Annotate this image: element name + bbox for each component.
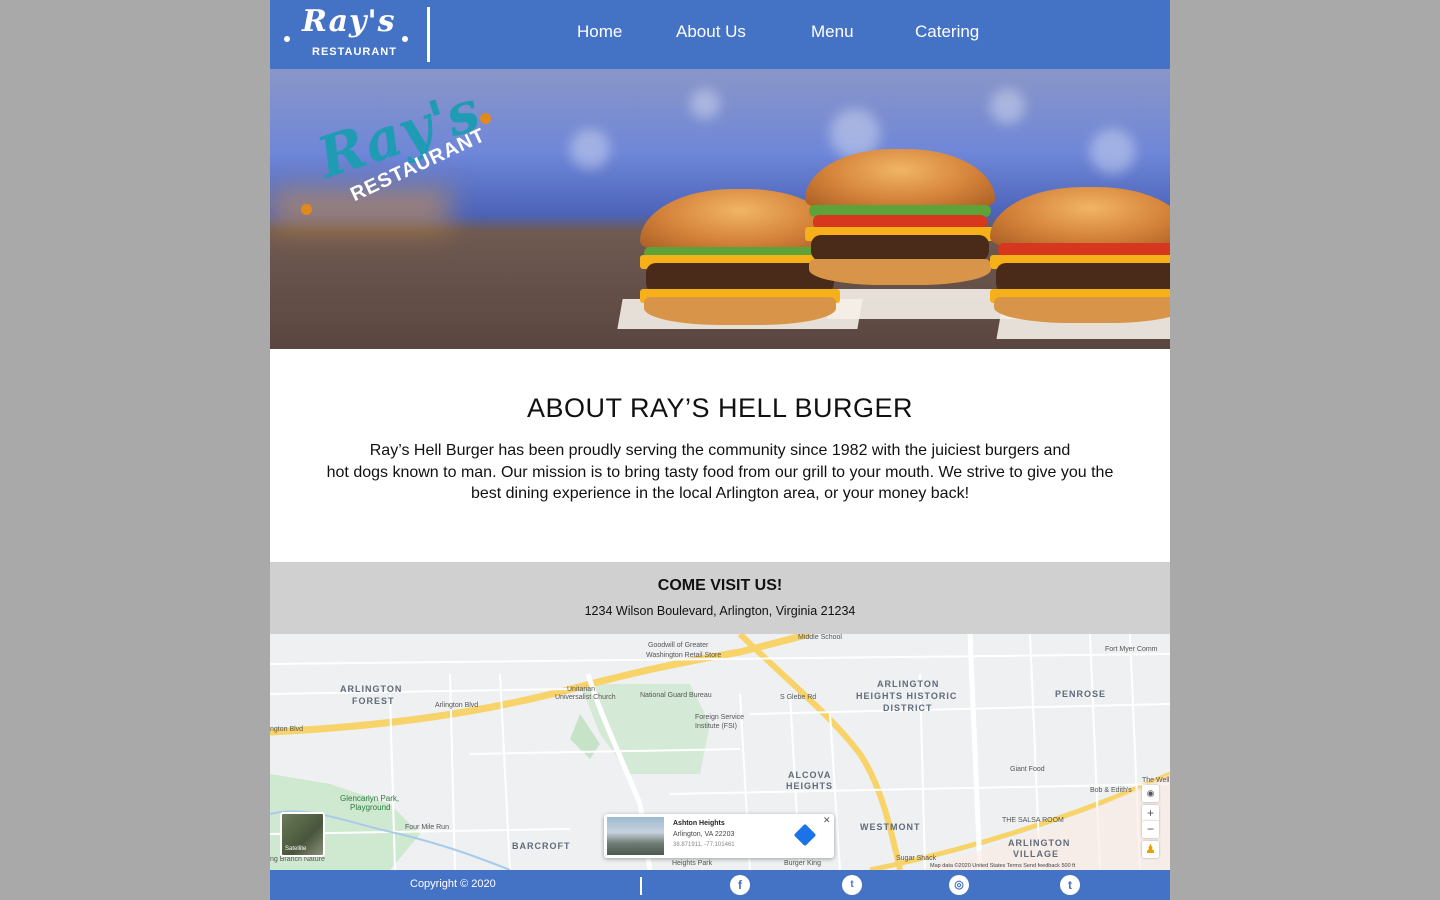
header-bar: Ray's RESTAURANT Home About Us Menu Cate… <box>270 0 1170 69</box>
map-label: Arlington Blvd <box>435 702 479 709</box>
facebook-icon[interactable]: f <box>730 875 750 895</box>
place-location: Arlington, VA 22203 <box>673 831 735 838</box>
map-label: Foreign Service <box>695 714 745 721</box>
map-label: BARCROFT <box>512 841 571 851</box>
map-label: The Well <box>1142 777 1170 784</box>
nav-home[interactable]: Home <box>577 22 622 42</box>
logo-dot-icon <box>284 36 290 42</box>
my-location-icon[interactable]: ◉ <box>1142 785 1159 802</box>
visit-title: COME VISIT US! <box>657 577 783 594</box>
place-thumbnail[interactable] <box>607 817 664 855</box>
map-label: Sugar Shack <box>896 855 937 862</box>
map-label: Giant Food <box>1010 766 1045 773</box>
copyright-text: Copyright © 2020 <box>410 878 496 890</box>
map-label: National Guard Bureau <box>640 692 712 699</box>
map-label: DISTRICT <box>883 703 933 713</box>
zoom-out-button[interactable]: − <box>1142 821 1159 838</box>
logo-dot-icon <box>402 36 408 42</box>
map-label: ARLINGTON <box>340 684 403 694</box>
directions-icon[interactable] <box>793 823 817 847</box>
burger-image <box>805 149 995 289</box>
map-label: Burger King <box>784 860 821 867</box>
visit-section: COME VISIT US! 1234 Wilson Boulevard, Ar… <box>270 562 1170 634</box>
nav-about-us[interactable]: About Us <box>676 22 746 42</box>
header-logo[interactable]: Ray's RESTAURANT <box>284 4 414 64</box>
twitter-icon[interactable]: t <box>842 875 862 895</box>
about-line: best dining experience in the local Arli… <box>470 485 970 502</box>
about-line: Ray’s Hell Burger has been proudly servi… <box>369 442 1071 459</box>
satellite-toggle-button[interactable]: Satellite <box>280 812 325 857</box>
footer-bar: Copyright © 2020 f t ◎ t <box>270 870 1170 900</box>
footer-divider <box>640 877 642 895</box>
map-label: Bob & Edith's <box>1090 787 1132 794</box>
place-info-card[interactable]: Ashton Heights Arlington, VA 22203 38.87… <box>604 814 834 858</box>
map-label: S Glebe Rd <box>780 694 817 701</box>
map-label: ALCOVA <box>788 770 832 780</box>
map-label: VILLAGE <box>1013 849 1060 859</box>
map-label: Fort Myer Comm <box>1105 646 1158 653</box>
map-label: ng Branch Nature <box>270 856 325 863</box>
map-label: HEIGHTS <box>786 781 834 791</box>
map-label: Heights Park <box>672 860 713 867</box>
map-label: Unitarian <box>567 686 596 693</box>
page: Ray's RESTAURANT Home About Us Menu Cate… <box>270 0 1170 900</box>
burger-image <box>990 187 1170 327</box>
satellite-label: Satellite <box>285 846 307 852</box>
about-title: ABOUT RAY’S HELL BURGER <box>526 393 914 423</box>
map-label: THE SALSA ROOM <box>1002 817 1064 824</box>
map-attribution: Map data ©2020 United States Terms Send … <box>930 863 1076 869</box>
pegman-icon[interactable]: ♟ <box>1142 841 1159 858</box>
map-label: PENROSE <box>1055 689 1107 699</box>
tumblr-icon[interactable]: t <box>1060 875 1080 895</box>
visit-address: 1234 Wilson Boulevard, Arlington, Virgin… <box>584 604 856 618</box>
map-label: Goodwill of Greater <box>648 642 709 649</box>
nav-catering[interactable]: Catering <box>915 22 979 42</box>
hero-banner: Ray's RESTAURANT <box>270 69 1170 349</box>
map-label: Four Mile Run <box>405 824 449 831</box>
map-label: ARLINGTON <box>1008 838 1071 848</box>
close-icon[interactable]: ✕ <box>823 815 831 826</box>
logo-small-text: RESTAURANT <box>312 46 397 58</box>
map-label: FOREST <box>352 696 395 706</box>
place-coords: 38.871911, -77.101461 <box>673 842 735 848</box>
map-label: WESTMONT <box>860 822 921 832</box>
header-divider <box>427 7 430 62</box>
map-label: Playground <box>350 803 391 812</box>
map-label: Glencarlyn Park, <box>340 794 400 803</box>
place-name: Ashton Heights <box>673 820 725 827</box>
about-line: hot dogs known to man. Our mission is to… <box>326 463 1114 481</box>
map-label: ARLINGTON <box>877 679 940 689</box>
logo-script-text: Ray's <box>302 4 396 39</box>
map-label: Washington Retail Store <box>646 652 722 659</box>
nav-menu[interactable]: Menu <box>811 22 854 42</box>
map-label: Institute (FSI) <box>695 723 738 730</box>
zoom-in-button[interactable]: + <box>1142 805 1159 822</box>
map-label: HEIGHTS HISTORIC <box>856 691 958 701</box>
map-label: Middle School <box>798 634 842 641</box>
about-paragraph: Ray’s Hell Burger has been proudly servi… <box>298 440 1142 505</box>
hero-logo: Ray's RESTAURANT <box>300 78 500 249</box>
map-label: ngton Blvd <box>270 726 304 733</box>
map-label: Universalist Church <box>555 694 616 701</box>
instagram-icon[interactable]: ◎ <box>949 875 969 895</box>
hero-logo-dot-icon <box>301 204 312 215</box>
google-map[interactable]: Middle School Goodwill of Greater Washin… <box>270 634 1170 870</box>
